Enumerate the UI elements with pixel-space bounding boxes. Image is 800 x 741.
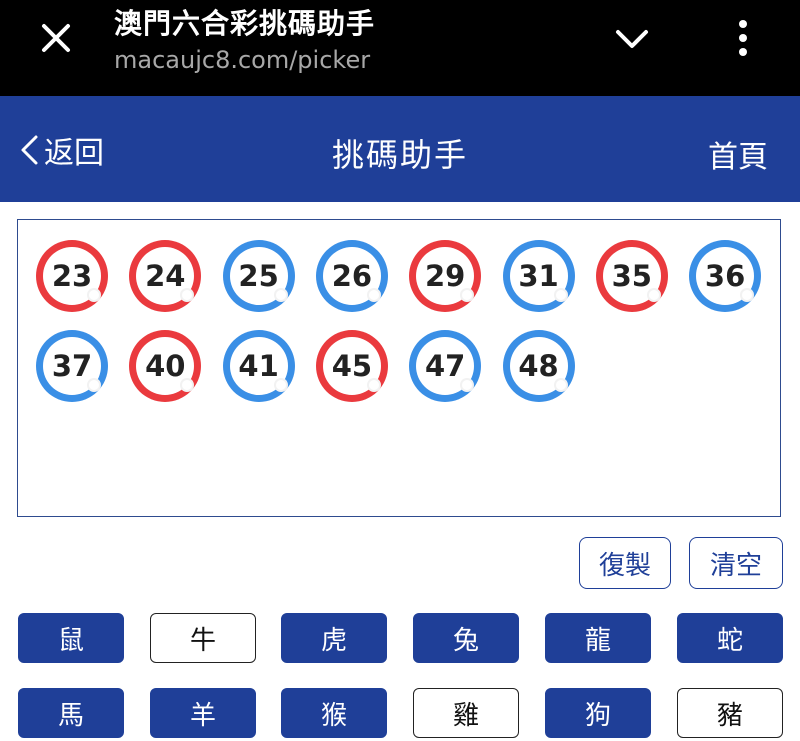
zodiac-button[interactable]: 豬 — [677, 688, 783, 738]
clear-button[interactable]: 清空 — [689, 537, 783, 589]
ball-shine — [740, 288, 755, 302]
number-ball[interactable]: 37 — [36, 330, 108, 402]
copy-button[interactable]: 復製 — [579, 537, 671, 589]
zodiac-button[interactable]: 兔 — [413, 613, 519, 663]
number-ball[interactable]: 26 — [315, 240, 388, 312]
browser-bar: 澳門六合彩挑碼助手 macaujc8.com/picker — [0, 0, 800, 96]
close-icon[interactable] — [36, 18, 76, 58]
ball-shine — [87, 288, 101, 302]
ball-shine — [460, 288, 475, 302]
ball-shine — [180, 378, 195, 392]
number-ball[interactable]: 23 — [36, 240, 108, 312]
number-ball[interactable]: 24 — [129, 240, 202, 312]
number-ball[interactable]: 36 — [689, 240, 762, 312]
zodiac-button[interactable]: 鼠 — [18, 613, 124, 663]
ball-shine — [273, 378, 288, 392]
zodiac-button[interactable]: 馬 — [18, 688, 124, 738]
page-title: 挑碼助手 — [331, 136, 468, 174]
number-ball[interactable]: 29 — [409, 240, 482, 312]
ball-shine — [273, 288, 288, 302]
chevron-down-icon[interactable] — [612, 24, 652, 54]
number-ball[interactable]: 45 — [315, 330, 388, 402]
zodiac-button[interactable]: 龍 — [545, 613, 651, 663]
number-ball[interactable]: 35 — [595, 240, 668, 312]
home-button[interactable]: 首頁 — [708, 132, 768, 176]
browser-url[interactable]: macaujc8.com/picker — [114, 46, 370, 74]
selected-numbers-panel: 23 24 25 26 29 31 35 36 37 40 41 45 47 48 — [17, 219, 781, 517]
number-ball[interactable]: 25 — [222, 240, 295, 312]
ball-shine — [366, 288, 381, 302]
zodiac-button[interactable]: 蛇 — [677, 613, 783, 663]
zodiac-button[interactable]: 狗 — [545, 688, 651, 738]
zodiac-button[interactable]: 虎 — [281, 613, 387, 663]
number-ball[interactable]: 40 — [129, 330, 202, 402]
ball-shine — [87, 378, 101, 392]
app-header: 返回 挑碼助手 首頁 — [0, 96, 800, 202]
ball-shine — [460, 378, 475, 392]
ball-shine — [366, 378, 381, 392]
ball-shine — [180, 288, 195, 302]
zodiac-button[interactable]: 羊 — [150, 688, 256, 738]
zodiac-button[interactable]: 雞 — [413, 688, 519, 738]
number-ball[interactable]: 41 — [222, 330, 295, 402]
ball-shine — [553, 288, 568, 302]
more-vert-icon[interactable] — [728, 18, 758, 58]
zodiac-button[interactable]: 猴 — [281, 688, 387, 738]
number-ball[interactable]: 47 — [409, 330, 482, 402]
browser-page-title: 澳門六合彩挑碼助手 — [114, 7, 376, 40]
zodiac-button[interactable]: 牛 — [150, 613, 256, 663]
number-ball[interactable]: 31 — [502, 240, 575, 312]
ball-shine — [646, 288, 661, 302]
ball-shine — [553, 378, 568, 392]
number-ball[interactable]: 48 — [502, 330, 575, 402]
